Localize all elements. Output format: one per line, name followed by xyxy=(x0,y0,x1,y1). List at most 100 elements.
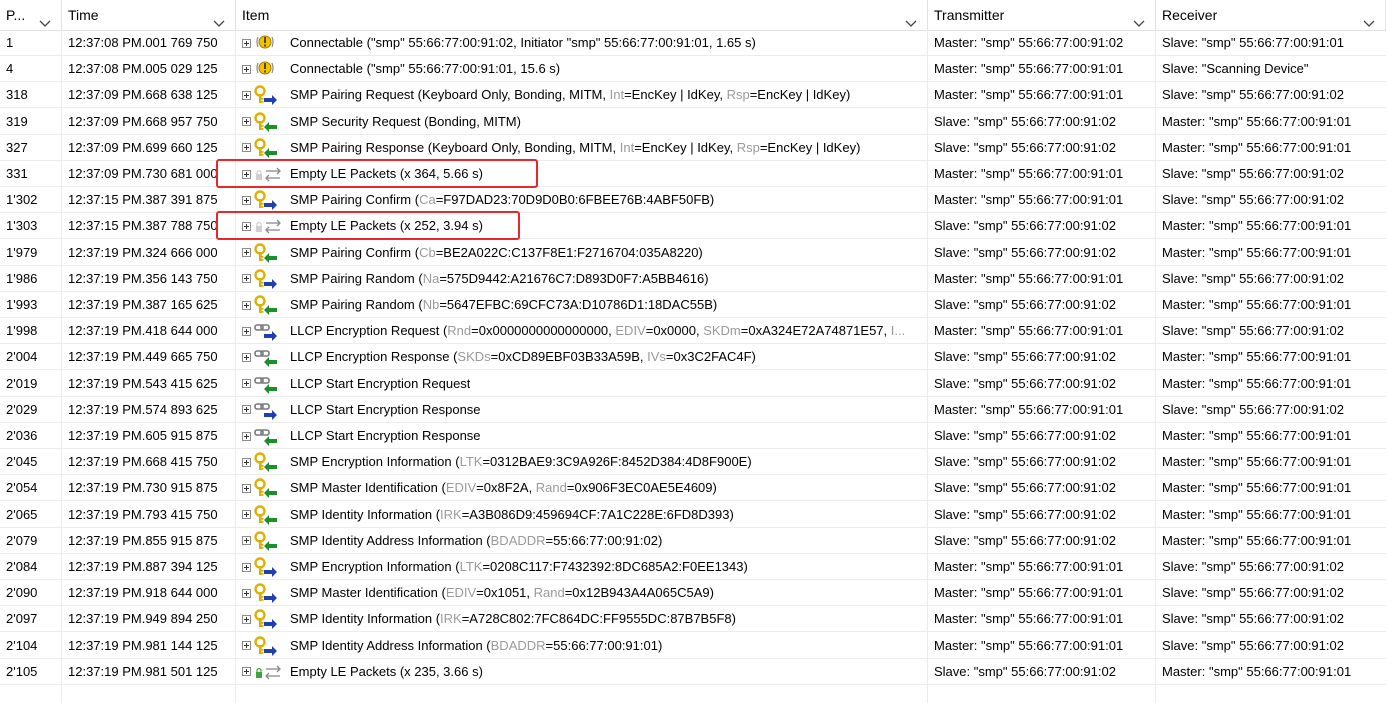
table-row[interactable]: 2'004 12:37:19 PM.449 665 750 LLCP Encrypt… xyxy=(0,344,1386,371)
item-description: SMP Pairing Confirm (Ca=F97DAD23:70D9D0B… xyxy=(290,187,714,213)
table-row[interactable]: 1'993 12:37:19 PM.387 165 625 SMP Pairing … xyxy=(0,292,1386,318)
expand-icon[interactable] xyxy=(242,248,251,258)
smp-key-left-icon xyxy=(254,111,284,132)
expand-icon[interactable] xyxy=(242,169,251,179)
chevron-down-icon[interactable] xyxy=(39,9,51,27)
receiver-cell: Master: "smp" 55:66:77:00:91:01 xyxy=(1162,428,1352,443)
expand-icon[interactable] xyxy=(242,64,251,74)
field-text: SMP Identity Information ( xyxy=(290,506,441,522)
expand-icon[interactable] xyxy=(242,457,251,467)
time-cell: 12:37:19 PM.981 144 125 xyxy=(68,637,218,653)
table-row[interactable]: 2'054 12:37:19 PM.730 915 875 SMP Master I… xyxy=(0,475,1386,502)
column-header-item[interactable]: Item xyxy=(236,0,928,30)
time-cell: 12:37:09 PM.730 681 000 xyxy=(68,166,218,181)
column-header-packet[interactable]: P... xyxy=(0,0,62,30)
expand-icon[interactable] xyxy=(242,510,251,520)
field-text: SMP Encryption Information ( xyxy=(290,454,460,470)
expand-icon[interactable] xyxy=(242,274,251,284)
item-description: SMP Pairing Response (Keyboard Only, Bon… xyxy=(290,135,860,161)
expand-icon[interactable] xyxy=(242,117,251,127)
table-row[interactable]: 2'036 12:37:19 PM.605 915 875 LLCP Start E… xyxy=(0,423,1386,449)
receiver-cell: Master: "smp" 55:66:77:00:91:01 xyxy=(1162,375,1352,391)
item-cell: LLCP Encryption Response (SKDs=0xCD89EBF… xyxy=(236,344,928,370)
transmitter-cell: Master: "smp" 55:66:77:00:91:01 xyxy=(934,585,1124,601)
field-text: =0x3C2FAC4F) xyxy=(665,349,756,365)
field-text: SMP Pairing Request (Keyboard Only, Bond… xyxy=(290,87,610,103)
table-row[interactable]: 327 12:37:09 PM.699 660 125 SMP Pairing Re… xyxy=(0,135,1386,161)
table-row[interactable]: 2'090 12:37:19 PM.918 644 000 SMP Master I… xyxy=(0,580,1386,607)
table-row[interactable]: 2'097 12:37:19 PM.949 894 250 SMP Identity… xyxy=(0,606,1386,633)
item-cell: SMP Identity Address Information (BDADDR… xyxy=(236,633,928,659)
transmitter-cell: Slave: "smp" 55:66:77:00:91:02 xyxy=(934,349,1116,365)
receiver-cell: Master: "smp" 55:66:77:00:91:01 xyxy=(1162,532,1352,548)
field-text: =0x0000, xyxy=(645,323,704,339)
table-row[interactable]: 1'986 12:37:19 PM.356 143 750 SMP Pairing … xyxy=(0,266,1386,292)
expand-icon[interactable] xyxy=(242,221,251,231)
field-name: SKDm xyxy=(703,323,741,339)
chevron-down-icon[interactable] xyxy=(1363,9,1375,27)
chevron-down-icon[interactable] xyxy=(213,9,225,27)
column-header-receiver[interactable]: Receiver xyxy=(1156,0,1386,30)
item-description: SMP Pairing Random (Na=575D9442:A21676C7… xyxy=(290,266,709,292)
field-name: IVs xyxy=(647,349,666,365)
item-cell: SMP Security Request (Bonding, MITM) xyxy=(236,109,928,135)
expand-icon[interactable] xyxy=(242,90,251,100)
table-row[interactable]: 1'979 12:37:19 PM.324 666 000 SMP Pairing … xyxy=(0,240,1386,266)
expand-icon[interactable] xyxy=(242,379,251,389)
table-row[interactable]: 2'019 12:37:19 PM.543 415 625 LLCP Start E… xyxy=(0,371,1386,397)
table-row[interactable]: 2'104 12:37:19 PM.981 144 125 SMP Identity… xyxy=(0,633,1386,659)
empty-packets-icon xyxy=(254,216,284,236)
expand-icon[interactable] xyxy=(242,195,251,205)
table-row[interactable]: 2'084 12:37:19 PM.887 394 125 SMP Encrypti… xyxy=(0,554,1386,580)
expand-icon[interactable] xyxy=(242,588,251,598)
table-row[interactable]: 4 12:37:08 PM.005 029 125 Connectable ("sm… xyxy=(0,56,1386,83)
field-text: =0x12B943A4A065C5A9) xyxy=(564,585,714,601)
expand-icon[interactable] xyxy=(242,483,251,493)
expand-icon[interactable] xyxy=(242,667,251,677)
field-text: Connectable ("smp" 55:66:77:00:91:02, In… xyxy=(290,35,756,50)
table-row[interactable]: 2'079 12:37:19 PM.855 915 875 SMP Identity… xyxy=(0,528,1386,554)
smp-key-left-icon xyxy=(254,138,284,158)
expand-icon[interactable] xyxy=(242,300,251,310)
table-row[interactable]: 1'998 12:37:19 PM.418 644 000 LLCP Encrypt… xyxy=(0,318,1386,345)
time-cell: 12:37:19 PM.574 893 625 xyxy=(68,401,218,417)
expand-icon[interactable] xyxy=(242,326,251,336)
packet-number-cell: 1'979 xyxy=(6,244,38,260)
field-name: Rsp xyxy=(736,139,760,155)
transmitter-cell: Slave: "smp" 55:66:77:00:91:02 xyxy=(934,428,1116,443)
table-row[interactable]: 1 12:37:08 PM.001 769 750 Connectable ("sm… xyxy=(0,30,1386,56)
smp-key-right-icon xyxy=(254,557,284,577)
expand-icon[interactable] xyxy=(242,641,251,651)
table-row[interactable]: 331 12:37:09 PM.730 681 000 Empty LE Packe… xyxy=(0,161,1386,187)
expand-icon[interactable] xyxy=(242,562,251,572)
item-cell: SMP Identity Address Information (BDADDR… xyxy=(236,528,928,554)
table-row[interactable]: 318 12:37:09 PM.668 638 125 SMP Pairing Re… xyxy=(0,82,1386,109)
column-header-transmitter[interactable]: Transmitter xyxy=(928,0,1156,30)
table-row[interactable]: 2'105 12:37:19 PM.981 501 125 Empty LE Pac… xyxy=(0,659,1386,685)
column-header-time[interactable]: Time xyxy=(62,0,236,30)
smp-key-left-icon xyxy=(254,531,284,551)
table-row[interactable]: 2'045 12:37:19 PM.668 415 750 SMP Encrypti… xyxy=(0,449,1386,476)
table-row[interactable]: 2'029 12:37:19 PM.574 893 625 LLCP Start E… xyxy=(0,397,1386,423)
field-text: =0x0000000000000000, xyxy=(471,323,616,339)
expand-icon[interactable] xyxy=(242,536,251,546)
field-text: =0208C117:F7432392:8DC685A2:F0EE1343) xyxy=(482,559,748,574)
table-row[interactable]: 319 12:37:09 PM.668 957 750 SMP Security R… xyxy=(0,109,1386,135)
transmitter-cell: Master: "smp" 55:66:77:00:91:01 xyxy=(934,401,1124,417)
item-cell: SMP Identity Information (IRK=A728C802:7… xyxy=(236,606,928,632)
table-row[interactable]: 1'303 12:37:15 PM.387 788 750 Empty LE Pac… xyxy=(0,213,1386,240)
expand-icon[interactable] xyxy=(242,405,251,415)
expand-icon[interactable] xyxy=(242,38,251,48)
table-row[interactable]: 1'302 12:37:15 PM.387 391 875 SMP Pairing … xyxy=(0,187,1386,214)
chevron-down-icon[interactable] xyxy=(905,9,917,27)
chevron-down-icon[interactable] xyxy=(1133,9,1145,27)
receiver-cell: Master: "smp" 55:66:77:00:91:01 xyxy=(1162,244,1352,260)
expand-icon[interactable] xyxy=(242,352,251,362)
expand-icon[interactable] xyxy=(242,143,251,153)
expand-icon[interactable] xyxy=(242,431,251,441)
transmitter-cell: Slave: "smp" 55:66:77:00:91:02 xyxy=(934,113,1116,129)
expand-icon[interactable] xyxy=(242,614,251,624)
item-cell: Empty LE Packets (x 235, 3.66 s) xyxy=(236,659,928,685)
field-text: =A728C802:7FC864DC:FF9555DC:87B7B5F8) xyxy=(461,611,736,627)
table-row[interactable]: 2'065 12:37:19 PM.793 415 750 SMP Identity… xyxy=(0,502,1386,528)
